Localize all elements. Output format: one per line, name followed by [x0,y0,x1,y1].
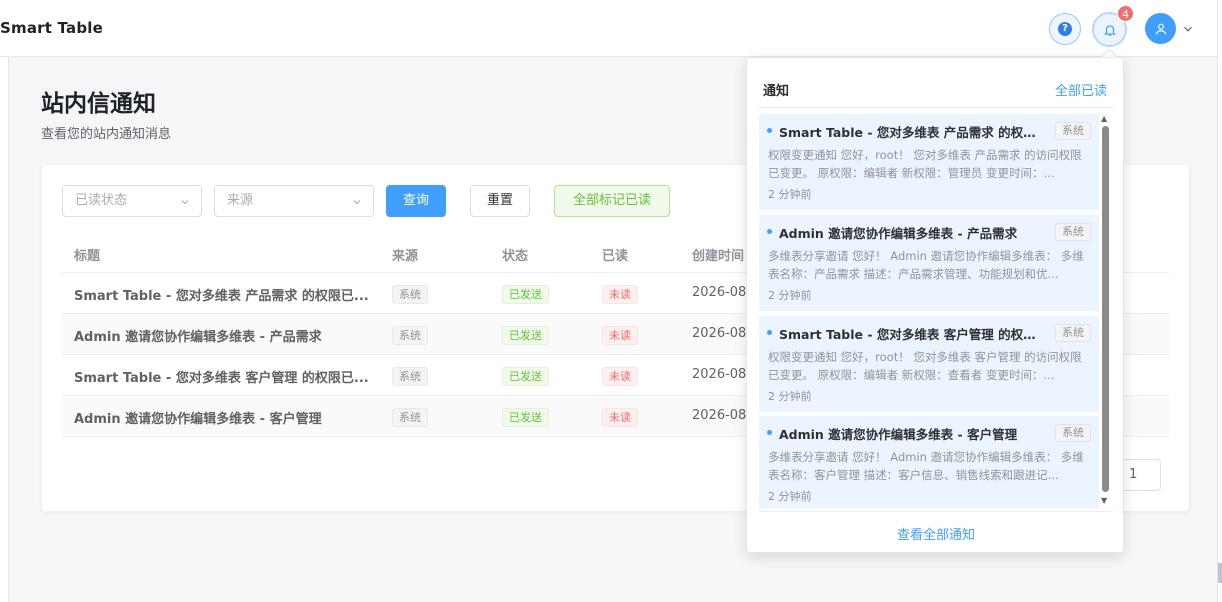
notification-list: Smart Table - 您对多维表 产品需求 的权限... 系统 权限变更通… [759,114,1099,508]
notification-body: 权限变更通知 您好，root！ 您对多维表 产品需求 的访问权限已变更。 原权限… [768,148,1082,180]
notification-source-tag: 系统 [1055,223,1091,241]
notification-popover: 通知 全部已读 Smart Table - 您对多维表 产品需求 的权限... … [746,57,1124,553]
page-subtitle: 查看您的站内通知消息 [41,127,172,142]
unread-dot [767,128,772,133]
bell-icon [1103,24,1116,36]
page-title: 站内信通知 [41,91,156,117]
query-button[interactable]: 查询 [386,185,446,217]
page-scrollbar-thumb[interactable] [1218,563,1222,583]
popover-header: 通知 全部已读 [763,80,1107,99]
notification-time: 2 分钟前 [768,188,812,201]
source-tag: 系统 [392,367,428,386]
view-all-notifications-link[interactable]: 查看全部通知 [747,524,1125,543]
read-badge: 未读 [602,326,638,345]
notification-time: 2 分钟前 [768,289,812,302]
notification-source-tag: 系统 [1055,324,1091,342]
unread-dot [767,229,772,234]
notification-title: Admin 邀请您协作编辑多维表 - 客户管理 [779,427,1018,442]
status-badge: 已发送 [502,326,549,345]
chevron-down-icon [181,200,189,205]
mark-all-read-button[interactable]: 全部标记已读 [554,185,670,217]
row-title: Admin 邀请您协作编辑多维表 - 产品需求 [74,330,322,345]
notification-body: 多维表分享邀请 您好！ Admin 邀请您协作编辑多维表： 多维表名称：客户管理… [768,450,1084,482]
notification-item[interactable]: Admin 邀请您协作编辑多维表 - 客户管理 系统 多维表分享邀请 您好！ A… [759,416,1099,508]
unread-dot [767,330,772,335]
source-tag: 系统 [392,408,428,427]
notification-title: Smart Table - 您对多维表 产品需求 的权限... [779,125,1041,140]
read-status-placeholder: 已读状态 [75,193,128,208]
notification-item[interactable]: Admin 邀请您协作编辑多维表 - 产品需求 系统 多维表分享邀请 您好！ A… [759,215,1099,311]
source-placeholder: 来源 [227,193,254,208]
source-tag: 系统 [392,326,428,345]
divider [759,511,1113,512]
read-status-select[interactable]: 已读状态 [62,185,202,217]
row-title: Smart Table - 您对多维表 客户管理 的权限已... [74,371,369,386]
chevron-down-icon [353,200,361,205]
notification-time: 2 分钟前 [768,390,812,403]
chevron-down-icon[interactable] [1181,22,1195,36]
notification-body: 权限变更通知 您好，root！ 您对多维表 客户管理 的访问权限已变更。 原权限… [768,350,1082,382]
notification-title: Admin 邀请您协作编辑多维表 - 产品需求 [779,226,1018,241]
read-badge: 未读 [602,367,638,386]
source-tag: 系统 [392,285,428,304]
row-created-time: 2026-08- [692,326,752,341]
column-header-status: 状态 [502,249,529,264]
read-badge: 未读 [602,285,638,304]
notification-source-tag: 系统 [1055,122,1091,140]
notification-list-scrollbar[interactable]: ▲ ▼ [1101,114,1110,508]
notification-item[interactable]: Smart Table - 您对多维表 客户管理 的权限... 系统 权限变更通… [759,316,1099,412]
row-title: Smart Table - 您对多维表 产品需求 的权限已... [74,289,369,304]
column-header-title: 标题 [74,249,101,264]
scroll-down-arrow-icon[interactable]: ▼ [1101,496,1107,505]
row-created-time: 2026-08- [692,285,752,300]
row-created-time: 2026-08- [692,367,752,382]
unread-dot [767,430,772,435]
read-badge: 未读 [602,408,638,427]
user-icon [1155,23,1166,34]
notification-count-badge: 4 [1117,5,1134,22]
help-icon: ? [1058,22,1072,36]
row-title: Admin 邀请您协作编辑多维表 - 客户管理 [74,412,322,427]
divider [759,107,1113,108]
top-header: Smart Table ? 4 [0,0,1222,57]
help-button[interactable]: ? [1049,13,1081,45]
page-scrollbar[interactable] [1217,0,1222,602]
notification-item[interactable]: Smart Table - 您对多维表 产品需求 的权限... 系统 权限变更通… [759,114,1099,210]
notification-source-tag: 系统 [1055,424,1091,442]
column-header-source: 来源 [392,249,419,264]
popover-mark-all-read-link[interactable]: 全部已读 [1055,80,1107,99]
status-badge: 已发送 [502,408,549,427]
status-badge: 已发送 [502,367,549,386]
notification-title: Smart Table - 您对多维表 客户管理 的权限... [779,327,1041,342]
user-avatar[interactable] [1145,13,1176,44]
status-badge: 已发送 [502,285,549,304]
notification-body: 多维表分享邀请 您好！ Admin 邀请您协作编辑多维表： 多维表名称：产品需求… [768,249,1084,281]
scroll-up-arrow-icon[interactable]: ▲ [1101,114,1107,123]
popover-title: 通知 [763,84,790,99]
column-header-created-time: 创建时间 [692,249,745,264]
source-select[interactable]: 来源 [214,185,374,217]
app-title: Smart Table [0,19,104,37]
row-created-time: 2026-08- [692,408,752,423]
scrollbar-thumb[interactable] [1102,126,1109,492]
column-header-read: 已读 [602,249,629,264]
reset-button[interactable]: 重置 [470,185,530,217]
notification-time: 2 分钟前 [768,490,812,503]
